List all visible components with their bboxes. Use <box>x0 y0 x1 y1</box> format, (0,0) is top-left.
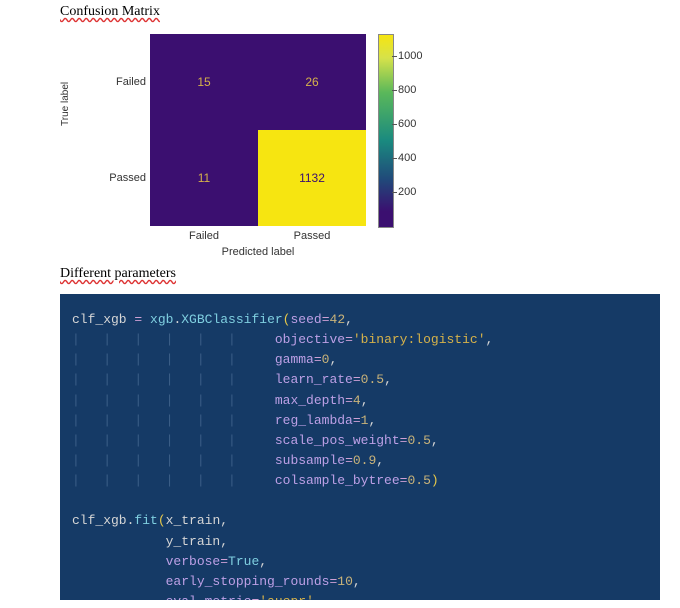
y-tick-passed: Passed <box>102 172 146 184</box>
colorbar-tick-line <box>392 124 397 125</box>
x-tick-passed: Passed <box>258 230 366 242</box>
code-line: | | | | | | gamma=0, <box>72 352 337 367</box>
code-line: | | | | | | colsample_bytree=0.5) <box>72 473 439 488</box>
code-line: | | | | | | subsample=0.9, <box>72 453 384 468</box>
cell-failed-passed: 26 <box>258 34 366 130</box>
different-parameters-heading: Different parameters <box>0 256 680 288</box>
colorbar-tick-line <box>392 56 397 57</box>
colorbar-tick-800: 800 <box>398 84 416 96</box>
code-line: clf_xgb.fit(x_train, <box>72 513 228 528</box>
code-block: clf_xgb = xgb.XGBClassifier(seed=42, | |… <box>60 294 660 600</box>
code-line: | | | | | | max_depth=4, <box>72 393 369 408</box>
code-line: y_train, <box>72 534 228 549</box>
colorbar <box>378 34 394 228</box>
colorbar-tick-400: 400 <box>398 152 416 164</box>
y-axis-label: True label <box>60 116 71 126</box>
cell-passed-passed: 1132 <box>258 130 366 226</box>
y-tick-failed: Failed <box>102 76 146 88</box>
code-line: verbose=True, <box>72 554 267 569</box>
cell-passed-failed: 11 <box>150 130 258 226</box>
x-axis-label: Predicted label <box>150 246 366 258</box>
code-line: | | | | | | learn_rate=0.5, <box>72 372 392 387</box>
code-line: | | | | | | reg_lambda=1, <box>72 413 376 428</box>
confusion-matrix-heading: Confusion Matrix <box>0 0 680 26</box>
colorbar-tick-600: 600 <box>398 118 416 130</box>
code-line: eval_metric='aucpr', <box>72 594 322 600</box>
code-line <box>72 493 80 508</box>
colorbar-tick-200: 200 <box>398 186 416 198</box>
cell-failed-failed: 15 <box>150 34 258 130</box>
code-line: clf_xgb = xgb.XGBClassifier(seed=42, <box>72 312 353 327</box>
x-tick-failed: Failed <box>150 230 258 242</box>
colorbar-tick-line <box>392 158 397 159</box>
code-line: | | | | | | objective='binary:logistic', <box>72 332 493 347</box>
heatmap-grid: 15 26 11 1132 <box>150 34 366 226</box>
colorbar-tick-1000: 1000 <box>398 50 422 62</box>
code-line: | | | | | | scale_pos_weight=0.5, <box>72 433 439 448</box>
colorbar-tick-line <box>392 192 397 193</box>
colorbar-tick-line <box>392 90 397 91</box>
code-line: early_stopping_rounds=10, <box>72 574 361 589</box>
confusion-matrix-figure: True label Failed Passed 15 26 11 1132 F… <box>60 26 480 256</box>
